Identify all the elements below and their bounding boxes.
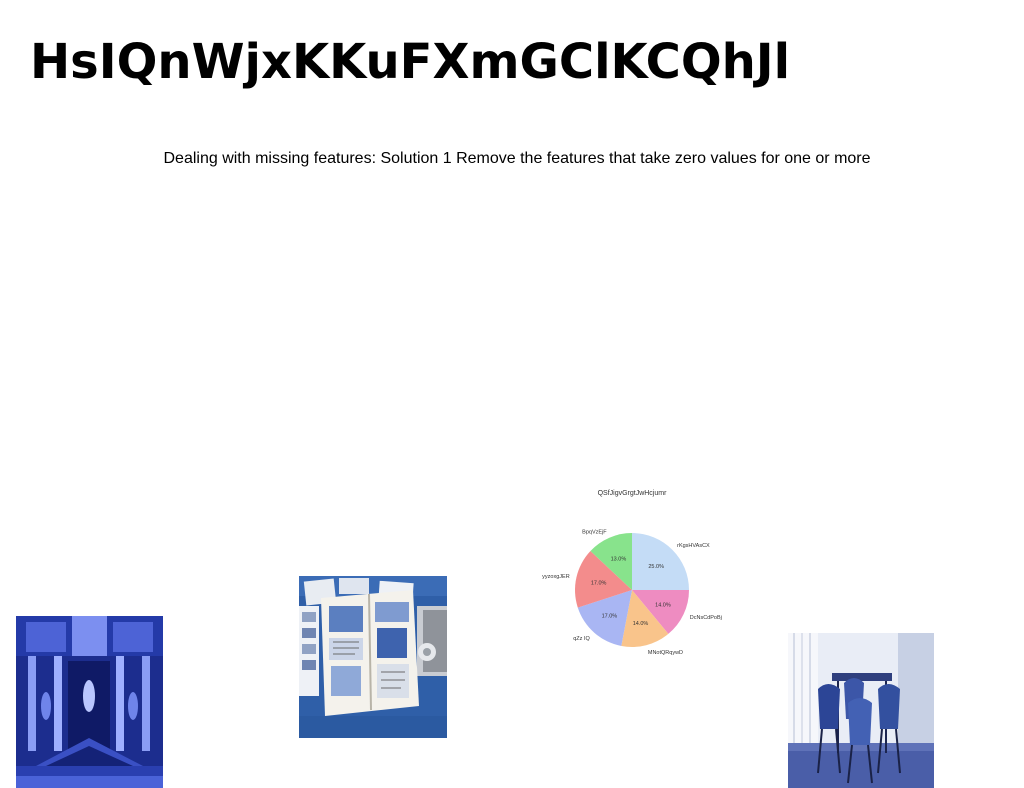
pie-pct-label-1: 14.0%: [655, 603, 671, 609]
pie-pct-label-4: 17.0%: [591, 581, 607, 587]
pie-category-label-4: yyzoxgJER: [542, 574, 570, 580]
pie-category-label-3: qZz IQ: [573, 636, 590, 642]
scrapbook-journal-photo: [299, 576, 447, 738]
page-title: HsIQnWjxKKuFXmGClKCQhJl: [30, 34, 791, 90]
dining-chairs-photo: [788, 633, 934, 788]
pie-category-label-2: MNotQRqywD: [648, 650, 683, 656]
chart-title: QSfJigvGrgtJwHcjumr: [598, 490, 668, 497]
temple-facade-photo: [16, 616, 163, 788]
pie-category-label-1: DcNsCdPoBj: [690, 615, 722, 621]
pie-category-label-5: BpqVzEjF: [582, 529, 607, 535]
page-subtitle: Dealing with missing features: Solution …: [163, 150, 871, 167]
pie-pct-label-5: 13.0%: [611, 557, 627, 563]
pie-category-label-0: rKgsHVAsCX: [677, 543, 710, 549]
pie-chart: QSfJigvGrgtJwHcjumr 25.0% rKgsHVAsCX 14.0%…: [532, 482, 732, 687]
pie-pct-label-0: 25.0%: [648, 564, 664, 570]
pie-pct-label-3: 17.0%: [602, 614, 618, 620]
pie-pct-label-2: 14.0%: [633, 621, 649, 627]
pie-slice-0: [632, 533, 689, 590]
